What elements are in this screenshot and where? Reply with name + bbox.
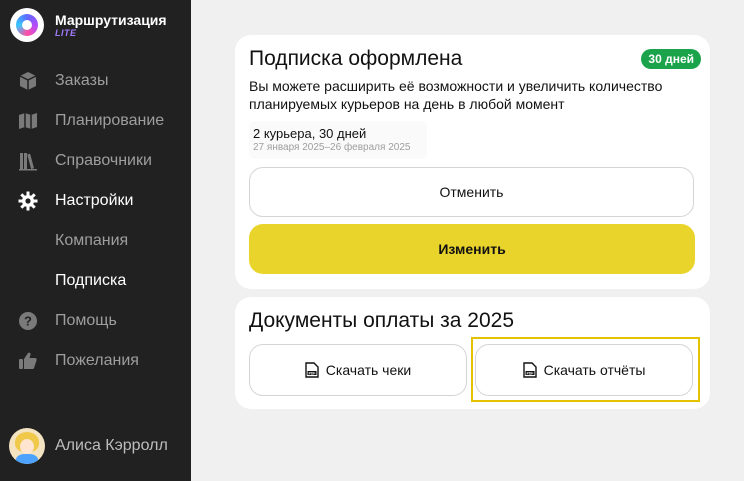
subscription-card: Подписка оформлена 30 дней Вы можете рас…	[235, 35, 710, 289]
sidebar-subitem-company[interactable]: Компания	[0, 221, 191, 261]
brand[interactable]: Маршрутизация LITE	[10, 8, 167, 42]
user-profile[interactable]: Алиса Кэрролл	[9, 428, 168, 464]
sidebar-item-label: Планирование	[55, 112, 165, 129]
user-name: Алиса Кэрролл	[55, 437, 168, 454]
sidebar-subitem-label: Компания	[55, 232, 129, 249]
download-receipts-button[interactable]: PDF Скачать чеки	[249, 344, 467, 396]
brand-name: Маршрутизация	[55, 12, 167, 28]
plan-summary: 2 курьера, 30 дней 27 января 2025–26 фев…	[249, 121, 427, 159]
sidebar-subitem-subscription[interactable]: Подписка	[0, 261, 191, 301]
svg-text:PDF: PDF	[308, 371, 315, 375]
books-icon	[17, 150, 39, 172]
sidebar-item-planning[interactable]: Планирование	[0, 101, 191, 141]
sidebar-item-settings[interactable]: Настройки	[0, 181, 191, 221]
subscription-title: Подписка оформлена	[249, 47, 463, 70]
sidebar-item-label: Помощь	[55, 312, 117, 329]
plan-name: 2 курьера, 30 дней	[253, 126, 367, 141]
sidebar-subitem-label: Подписка	[55, 272, 127, 289]
gear-icon	[17, 190, 39, 212]
change-subscription-button[interactable]: Изменить	[249, 224, 695, 274]
avatar	[9, 428, 45, 464]
sidebar: Маршрутизация LITE Заказы Планирование С…	[0, 0, 191, 481]
sidebar-item-label: Пожелания	[55, 352, 139, 369]
sidebar-item-orders[interactable]: Заказы	[0, 61, 191, 101]
subscription-description: Вы можете расширить её возможности и уве…	[249, 78, 663, 112]
sidebar-item-references[interactable]: Справочники	[0, 141, 191, 181]
download-receipts-label: Скачать чеки	[325, 362, 412, 378]
sidebar-item-label: Заказы	[55, 72, 109, 89]
sidebar-nav: Заказы Планирование Справочники Настройк…	[0, 61, 191, 381]
app-logo-icon	[10, 8, 44, 42]
brand-tag: LITE	[55, 28, 77, 38]
help-icon: ?	[17, 310, 39, 332]
days-badge: 30 дней	[641, 49, 701, 69]
cancel-subscription-button[interactable]: Отменить	[249, 167, 694, 217]
box-icon	[17, 70, 39, 92]
plan-dates: 27 января 2025–26 февраля 2025	[253, 142, 411, 153]
map-icon	[17, 110, 39, 132]
documents-title: Документы оплаты за 2025	[249, 309, 515, 332]
sidebar-item-help[interactable]: ? Помощь	[0, 301, 191, 341]
sidebar-item-feedback[interactable]: Пожелания	[0, 341, 191, 381]
sidebar-item-label: Справочники	[55, 152, 152, 169]
focus-highlight	[471, 337, 700, 402]
pdf-file-icon: PDF	[305, 362, 319, 378]
sidebar-item-label: Настройки	[55, 192, 134, 209]
svg-text:?: ?	[24, 314, 32, 329]
thumbs-up-icon	[17, 350, 39, 372]
